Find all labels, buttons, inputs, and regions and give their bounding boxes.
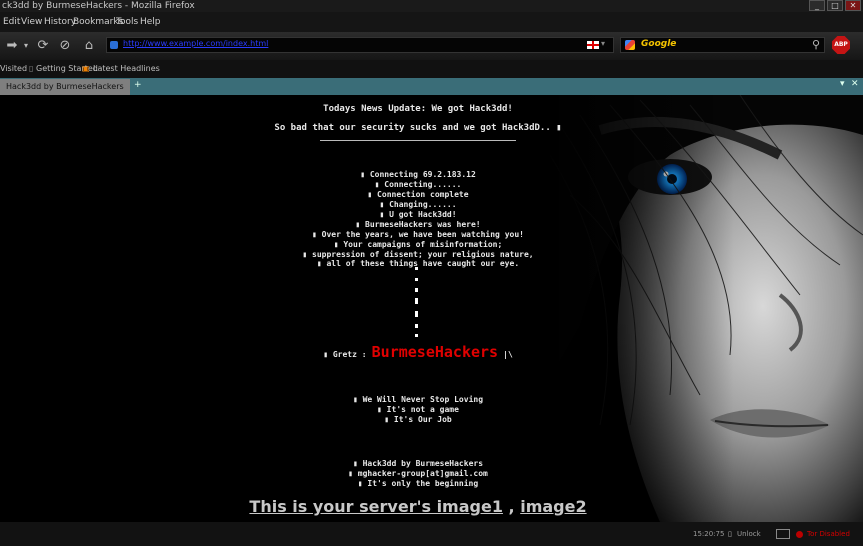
- motto-line: ▮ It's Our Job: [384, 415, 452, 424]
- image2-link[interactable]: image2: [520, 497, 586, 516]
- rss-icon: ▣: [82, 64, 90, 73]
- signature-line: ▮ mghacker-group[at]gmail.com: [348, 469, 488, 478]
- menu-view[interactable]: View: [21, 17, 42, 27]
- log-line: ▮ Connecting......: [374, 180, 462, 189]
- log-line: ▮ Connection complete: [367, 190, 469, 199]
- new-tab-icon[interactable]: +: [134, 80, 142, 90]
- tor-icon[interactable]: [796, 531, 803, 538]
- greetz-prefix: ▮ Gretz :: [323, 350, 367, 359]
- menu-history[interactable]: History: [44, 17, 76, 27]
- motto-line: ▮ We Will Never Stop Loving: [352, 395, 484, 404]
- home-icon[interactable]: ⌂: [80, 37, 98, 55]
- flag-icon: [587, 41, 599, 49]
- window-title: ck3dd by BurmeseHackers - Mozilla Firefo…: [2, 1, 195, 11]
- headline: Todays News Update: We got Hack3dd!: [323, 104, 513, 114]
- url-bar[interactable]: http://www.example.com/index.html ▾: [106, 37, 614, 53]
- brand-name: BurmeseHackers: [371, 343, 499, 361]
- adblock-icon[interactable]: ABP: [832, 36, 850, 54]
- menu-bar: Edit View History Bookmarks Tools Help: [0, 12, 863, 32]
- tab-close-icon[interactable]: ✕: [851, 79, 859, 89]
- divider: [320, 140, 516, 141]
- minimize-button[interactable]: _: [809, 0, 825, 11]
- log-line: ▮ Changing......: [379, 200, 457, 209]
- menu-help[interactable]: Help: [140, 17, 161, 27]
- page-content: Todays News Update: We got Hack3dd! So b…: [0, 95, 863, 522]
- page-icon: ▯: [29, 64, 34, 73]
- image-links: This is your server's image1 , image2: [0, 497, 836, 516]
- status-unlock[interactable]: Unlock: [737, 530, 761, 538]
- google-icon[interactable]: [625, 40, 635, 50]
- motto-line: ▮ It's not a game: [377, 405, 459, 414]
- search-box[interactable]: Google: [620, 37, 825, 53]
- image1-link[interactable]: This is your server's image1: [249, 497, 503, 516]
- subline: So bad that our security sucks and we go…: [274, 123, 562, 133]
- maximize-button[interactable]: □: [827, 0, 843, 11]
- url-text[interactable]: http://www.example.com/index.html: [123, 39, 268, 48]
- log-line: ▮ Connecting 69.2.183.12: [360, 170, 476, 179]
- log-line: ▮ BurmeseHackers was here!: [355, 220, 481, 229]
- bookmark-visited[interactable]: Visited: [0, 64, 27, 73]
- screen-icon[interactable]: [776, 529, 790, 539]
- history-dropdown-icon[interactable]: ▾: [22, 37, 30, 55]
- back-icon[interactable]: ➡: [3, 37, 21, 55]
- close-button[interactable]: ✕: [845, 0, 861, 11]
- menu-edit[interactable]: Edit: [3, 17, 20, 27]
- reload-icon[interactable]: ⟳: [34, 37, 52, 55]
- bookmarks-toolbar: Visited ▯ Getting Started ▣ Latest Headl…: [0, 60, 863, 78]
- face-image: [540, 95, 863, 522]
- tab-list-icon[interactable]: ▾: [840, 79, 845, 89]
- progress-bars: [415, 267, 419, 337]
- log-line: ▮ Over the years, we have been watching …: [312, 230, 524, 239]
- signature-line: ▮ Hack3dd by BurmeseHackers: [352, 459, 484, 468]
- status-tor[interactable]: Tor Disabled: [807, 530, 850, 538]
- signature-line: ▮ It's only the beginning: [357, 479, 479, 488]
- log-line: ▮ U got Hack3dd!: [379, 210, 457, 219]
- site-identity-icon[interactable]: [110, 41, 118, 49]
- tab-bar: Hack3dd by BurmeseHackers + ▾ ✕: [0, 78, 863, 95]
- log-line: ▮ suppression of dissent; your religious…: [302, 250, 534, 259]
- status-time: 15:20:75: [693, 530, 725, 538]
- tab-active[interactable]: Hack3dd by BurmeseHackers: [0, 79, 130, 95]
- url-dropdown-icon[interactable]: ▾: [601, 39, 605, 48]
- search-engine-label[interactable]: Google: [641, 39, 676, 49]
- unlock-icon[interactable]: ▯: [728, 530, 732, 538]
- log-line: ▮ Your campaigns of misinformation;: [333, 240, 503, 249]
- link-separator: ,: [508, 497, 515, 516]
- menu-tools[interactable]: Tools: [116, 17, 138, 27]
- search-icon[interactable]: ⚲: [812, 38, 820, 51]
- status-bar: 15:20:75 ▯ Unlock Tor Disabled: [0, 522, 863, 546]
- greetz-line: ▮ Gretz : BurmeseHackers |\: [0, 342, 836, 361]
- greetz-suffix: |\: [503, 350, 513, 359]
- bookmark-latest-headlines[interactable]: Latest Headlines: [93, 64, 160, 73]
- window-titlebar: ck3dd by BurmeseHackers - Mozilla Firefo…: [0, 0, 863, 12]
- stop-icon[interactable]: ⊘: [56, 37, 74, 55]
